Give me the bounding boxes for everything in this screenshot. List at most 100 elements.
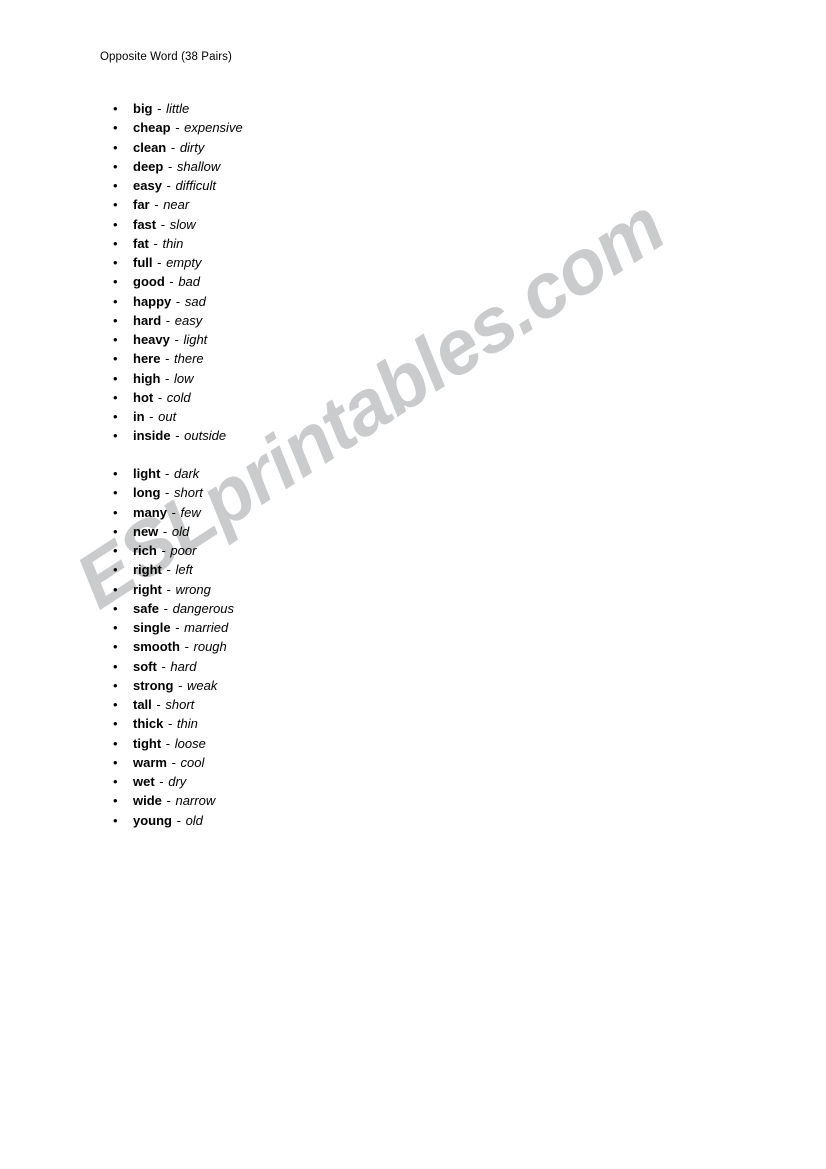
word-separator: - xyxy=(153,101,166,116)
bullet-icon: • xyxy=(113,216,118,232)
word-opposite: shallow xyxy=(176,158,221,174)
word-pair-list-group-2: • light - dark • long - short • many - few • ne… xyxy=(100,464,234,830)
word-pair-list-group-1: • big - little • cheap - expensive • clean - … xyxy=(100,99,243,446)
word-pair-item: • far - near xyxy=(100,195,243,214)
word-pair-item: • clean - dirty xyxy=(100,138,243,157)
bullet-icon: • xyxy=(113,274,118,290)
word-pair-item: • deep - shallow xyxy=(100,157,243,176)
word-separator: - xyxy=(155,774,168,789)
word-term: fast xyxy=(133,216,157,232)
bullet-icon: • xyxy=(113,581,118,597)
word-term: big xyxy=(133,101,153,116)
word-opposite: old xyxy=(185,812,203,828)
bullet-icon: • xyxy=(113,754,118,770)
word-term: full xyxy=(133,255,153,270)
word-separator: - xyxy=(157,658,170,674)
word-opposite: bad xyxy=(178,274,201,290)
bullet-icon: • xyxy=(113,351,118,367)
word-pair-item: • full - empty xyxy=(100,253,243,272)
word-term: right xyxy=(133,562,162,578)
word-pair-item: • tall - short xyxy=(100,695,234,714)
word-term: safe xyxy=(133,600,160,616)
word-term: wet xyxy=(133,774,155,789)
word-separator: - xyxy=(161,466,173,481)
word-separator: - xyxy=(162,581,175,597)
word-pair-item: • warm - cool xyxy=(100,753,234,772)
word-pair-item: • cheap - expensive xyxy=(100,118,243,137)
word-opposite: sad xyxy=(184,293,206,309)
word-term: light xyxy=(133,466,161,481)
word-opposite: expensive xyxy=(184,120,243,136)
word-term: hot xyxy=(133,389,154,405)
word-separator: - xyxy=(172,293,184,309)
word-opposite: rough xyxy=(193,639,227,655)
word-opposite: outside xyxy=(184,428,227,444)
word-pair-item: • here - there xyxy=(100,349,243,368)
word-term: tall xyxy=(133,697,152,712)
word-opposite: poor xyxy=(170,543,197,558)
word-term: new xyxy=(133,523,159,539)
word-term: strong xyxy=(133,677,174,693)
word-separator: - xyxy=(161,370,173,386)
word-separator: - xyxy=(162,178,175,193)
word-opposite: few xyxy=(180,504,201,520)
word-separator: - xyxy=(145,409,158,424)
word-separator: - xyxy=(167,504,180,520)
word-term: young xyxy=(133,812,172,828)
bullet-icon: • xyxy=(113,370,118,386)
word-pair-item: • fast - slow xyxy=(100,215,243,234)
word-separator: - xyxy=(157,216,169,232)
word-opposite: difficult xyxy=(175,178,216,193)
word-opposite: dry xyxy=(168,774,187,789)
word-pair-item: • many - few xyxy=(100,503,234,522)
word-term: fat xyxy=(133,235,149,251)
word-separator: - xyxy=(157,543,170,558)
word-pair-item: • easy - difficult xyxy=(100,176,243,195)
word-opposite: there xyxy=(174,351,204,367)
word-pair-item: • hard - easy xyxy=(100,311,243,330)
bullet-icon: • xyxy=(113,139,118,155)
word-term: soft xyxy=(133,658,157,674)
word-separator: - xyxy=(180,639,193,655)
bullet-icon: • xyxy=(113,774,118,789)
word-opposite: easy xyxy=(174,312,203,328)
word-separator: - xyxy=(154,389,166,405)
bullet-icon: • xyxy=(113,158,118,174)
word-pair-item: • hot - cold xyxy=(100,388,243,407)
word-term: wide xyxy=(133,793,162,809)
word-term: inside xyxy=(133,428,171,444)
word-term: single xyxy=(133,620,171,635)
word-separator: - xyxy=(160,600,172,616)
word-term: far xyxy=(133,197,150,213)
word-pair-item: • tight - loose xyxy=(100,734,234,753)
word-term: good xyxy=(133,274,165,290)
bullet-icon: • xyxy=(113,312,118,328)
bullet-icon: • xyxy=(113,255,118,270)
word-pair-item: • single - married xyxy=(100,618,234,637)
bullet-icon: • xyxy=(113,332,118,347)
word-separator: - xyxy=(171,620,184,635)
word-opposite: married xyxy=(184,620,229,635)
word-pair-item: • new - old xyxy=(100,522,234,541)
word-opposite: dirty xyxy=(179,139,205,155)
word-opposite: hard xyxy=(170,658,197,674)
word-pair-item: • big - little xyxy=(100,99,243,118)
word-pair-item: • right - wrong xyxy=(100,580,234,599)
word-opposite: old xyxy=(171,523,190,539)
word-pair-item: • soft - hard xyxy=(100,657,234,676)
word-separator: - xyxy=(152,697,165,712)
word-term: thick xyxy=(133,716,164,732)
word-pair-item: • fat - thin xyxy=(100,234,243,253)
word-opposite: narrow xyxy=(175,793,216,809)
word-pair-item: • good - bad xyxy=(100,272,243,291)
word-term: long xyxy=(133,485,161,501)
word-term: easy xyxy=(133,178,162,193)
word-opposite: short xyxy=(174,485,203,501)
word-separator: - xyxy=(165,274,178,290)
word-opposite: thin xyxy=(176,716,198,732)
word-separator: - xyxy=(174,677,187,693)
word-opposite: wrong xyxy=(175,581,211,597)
bullet-icon: • xyxy=(113,735,118,751)
word-separator: - xyxy=(162,793,175,809)
word-pair-item: • long - short xyxy=(100,483,234,502)
